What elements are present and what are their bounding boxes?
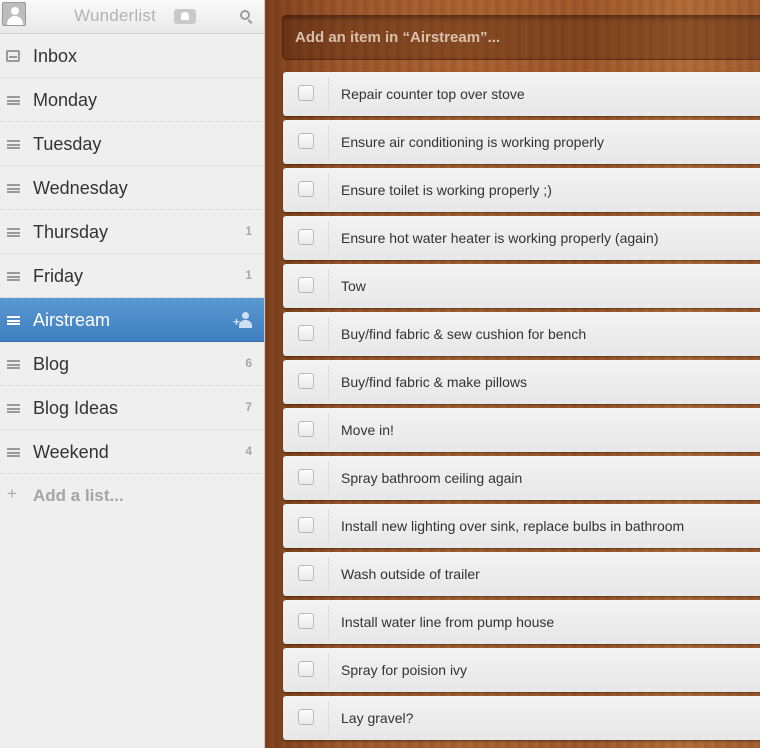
task-row[interactable]: Lay gravel? (283, 696, 760, 740)
list-icon (7, 316, 20, 325)
task-text: Ensure toilet is working properly ;) (341, 182, 552, 198)
task-checkbox[interactable] (298, 373, 314, 389)
sidebar-item-count: 1 (245, 268, 252, 282)
task-text: Tow (341, 278, 366, 294)
list-icon (7, 360, 20, 369)
task-row[interactable]: Repair counter top over stove (283, 72, 760, 116)
task-checkbox[interactable] (298, 85, 314, 101)
task-text: Ensure air conditioning is working prope… (341, 134, 605, 150)
list-icon (7, 140, 20, 149)
sidebar-item-label: Wednesday (33, 178, 128, 198)
sidebar-item-blog-ideas[interactable]: Blog Ideas 7 (0, 386, 264, 430)
sidebar-item-count: 7 (245, 400, 252, 414)
task-checkbox[interactable] (298, 325, 314, 341)
sidebar-item-weekend[interactable]: Weekend 4 (0, 430, 264, 474)
list-icon (7, 404, 20, 413)
task-checkbox[interactable] (298, 421, 314, 437)
task-checkbox[interactable] (298, 229, 314, 245)
sidebar-item-thursday[interactable]: Thursday 1 (0, 210, 264, 254)
task-checkbox[interactable] (298, 565, 314, 581)
bell-icon[interactable] (174, 9, 196, 24)
task-text: Ensure hot water heater is working prope… (341, 230, 659, 246)
sidebar-item-count: 4 (245, 444, 252, 458)
task-row[interactable]: Spray bathroom ceiling again (283, 456, 760, 500)
task-text: Install new lighting over sink, replace … (341, 518, 685, 534)
task-text: Spray bathroom ceiling again (341, 470, 523, 486)
sidebar-item-tuesday[interactable]: Tuesday (0, 122, 264, 166)
task-text: Spray for poision ivy (341, 662, 468, 678)
task-checkbox[interactable] (298, 517, 314, 533)
task-text: Repair counter top over stove (341, 86, 525, 102)
sidebar-item-monday[interactable]: Monday (0, 78, 264, 122)
sidebar-item-friday[interactable]: Friday 1 (0, 254, 264, 298)
add-list-label: Add a list... (33, 486, 124, 505)
sidebar-item-label: Tuesday (33, 134, 102, 154)
sidebar-list: Inbox Monday Tuesday Wednesday Thursday … (0, 34, 264, 518)
task-text: Buy/find fabric & sew cushion for bench (341, 326, 587, 342)
sidebar-item-label: Monday (33, 90, 98, 110)
sidebar-item-label: Inbox (33, 46, 78, 66)
task-text: Wash outside of trailer (341, 566, 480, 582)
list-icon (7, 184, 20, 193)
sidebar-header: Wunderlist (0, 0, 264, 34)
share-list-icon[interactable]: + (233, 311, 253, 329)
task-checkbox[interactable] (298, 181, 314, 197)
task-row[interactable]: Install new lighting over sink, replace … (283, 504, 760, 548)
sidebar-item-label: Friday (33, 266, 84, 286)
sidebar-item-airstream[interactable]: Airstream + (0, 298, 264, 342)
task-text: Move in! (341, 422, 394, 438)
sidebar-item-label: Blog (33, 354, 70, 374)
list-icon (7, 228, 20, 237)
inbox-icon (6, 50, 20, 62)
sidebar-item-label: Thursday (33, 222, 109, 242)
sidebar-item-count: 1 (245, 224, 252, 238)
task-row[interactable]: Wash outside of trailer (283, 552, 760, 596)
task-text: Lay gravel? (341, 710, 414, 726)
task-row[interactable]: Ensure hot water heater is working prope… (283, 216, 760, 260)
task-checkbox[interactable] (298, 133, 314, 149)
avatar[interactable] (2, 2, 26, 26)
task-text: Buy/find fabric & make pillows (341, 374, 527, 390)
task-checkbox[interactable] (298, 709, 314, 725)
task-row[interactable]: Install water line from pump house (283, 600, 760, 644)
task-list: Repair counter top over stove Ensure air… (283, 72, 760, 744)
task-row[interactable]: Move in! (283, 408, 760, 452)
plus-icon: + (7, 484, 17, 503)
sidebar-item-wednesday[interactable]: Wednesday (0, 166, 264, 210)
task-row[interactable]: Tow (283, 264, 760, 308)
task-row[interactable]: Ensure toilet is working properly ;) (283, 168, 760, 212)
sidebar-item-label: Weekend (33, 442, 109, 462)
task-text: Install water line from pump house (341, 614, 555, 630)
sidebar: Wunderlist Inbox Monday Tuesday Wednesda… (0, 0, 265, 748)
list-icon (7, 96, 20, 105)
add-list-button[interactable]: + Add a list... (0, 474, 264, 518)
task-row[interactable]: Ensure air conditioning is working prope… (283, 120, 760, 164)
list-icon (7, 272, 20, 281)
task-panel: Repair counter top over stove Ensure air… (266, 0, 760, 748)
add-item-input[interactable] (282, 15, 760, 60)
sidebar-item-blog[interactable]: Blog 6 (0, 342, 264, 386)
task-checkbox[interactable] (298, 277, 314, 293)
search-icon[interactable] (240, 10, 250, 20)
app-title: Wunderlist (74, 6, 156, 25)
sidebar-item-label: Airstream (33, 310, 111, 330)
task-row[interactable]: Spray for poision ivy (283, 648, 760, 692)
task-checkbox[interactable] (298, 469, 314, 485)
sidebar-item-inbox[interactable]: Inbox (0, 34, 264, 78)
task-row[interactable]: Buy/find fabric & make pillows (283, 360, 760, 404)
sidebar-item-count: 6 (245, 356, 252, 370)
task-row[interactable]: Buy/find fabric & sew cushion for bench (283, 312, 760, 356)
sidebar-item-label: Blog Ideas (33, 398, 119, 418)
task-checkbox[interactable] (298, 661, 314, 677)
list-icon (7, 448, 20, 457)
task-checkbox[interactable] (298, 613, 314, 629)
